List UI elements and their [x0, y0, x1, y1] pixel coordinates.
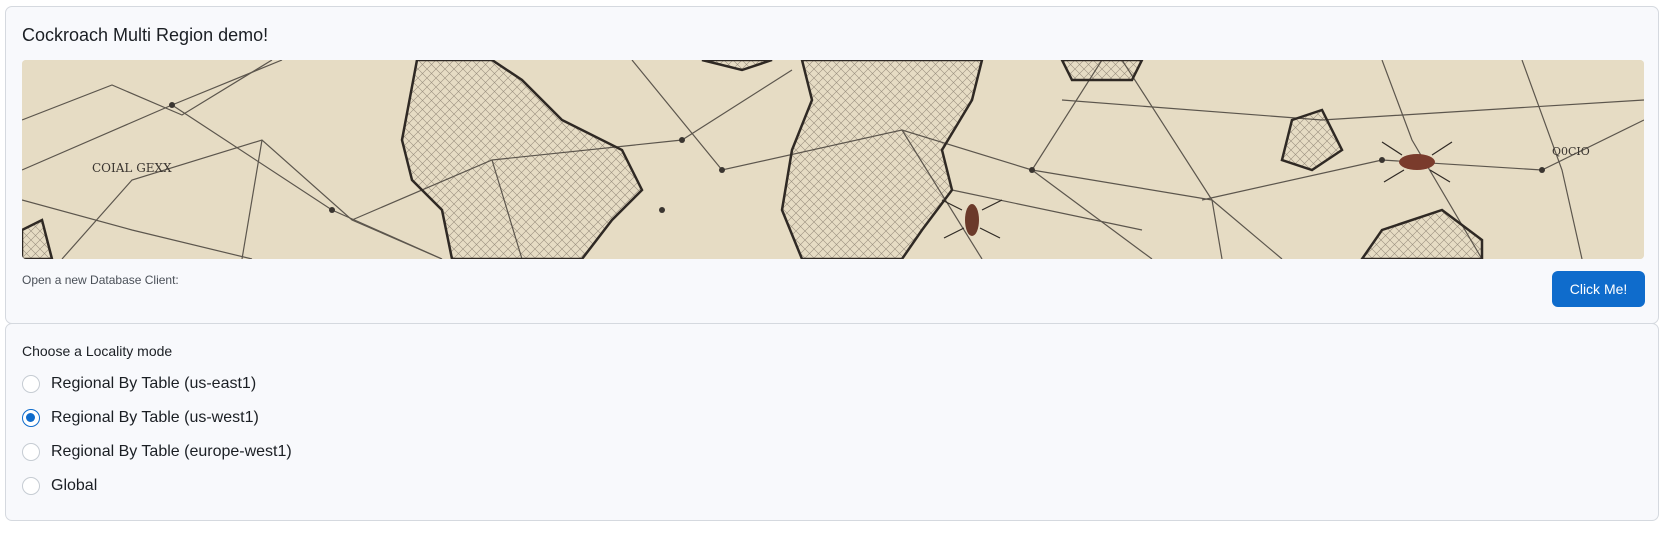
radio-button[interactable]: [22, 443, 40, 461]
open-client-button[interactable]: Click Me!: [1552, 271, 1645, 307]
world-map-illustration: COIAL GEXX Q0CIO: [22, 60, 1644, 259]
radio-option-us-east1[interactable]: Regional By Table (us-east1): [22, 373, 256, 395]
svg-text:Q0CIO: Q0CIO: [1552, 145, 1590, 158]
radio-label: Regional By Table (us-west1): [51, 409, 259, 426]
radio-label: Global: [51, 477, 98, 494]
locality-mode-label: Choose a Locality mode: [22, 343, 173, 359]
radio-button-selected[interactable]: [22, 409, 40, 427]
radio-label: Regional By Table (us-east1): [51, 375, 257, 392]
radio-option-europe-west1[interactable]: Regional By Table (europe-west1): [22, 441, 292, 463]
svg-text:COIAL GEXX: COIAL GEXX: [92, 161, 172, 175]
world-map-banner: COIAL GEXX Q0CIO: [22, 60, 1644, 259]
radio-option-global[interactable]: Global: [22, 475, 97, 497]
radio-button[interactable]: [22, 477, 40, 495]
locality-card: Choose a Locality mode Regional By Table…: [5, 323, 1659, 521]
radio-option-us-west1[interactable]: Regional By Table (us-west1): [22, 407, 259, 429]
page-title: Cockroach Multi Region demo!: [22, 25, 269, 45]
demo-card: Cockroach Multi Region demo! COIAL GEXX …: [5, 6, 1659, 324]
database-client-label: Open a new Database Client:: [22, 273, 179, 287]
radio-label: Regional By Table (europe-west1): [51, 443, 292, 460]
radio-button[interactable]: [22, 375, 40, 393]
